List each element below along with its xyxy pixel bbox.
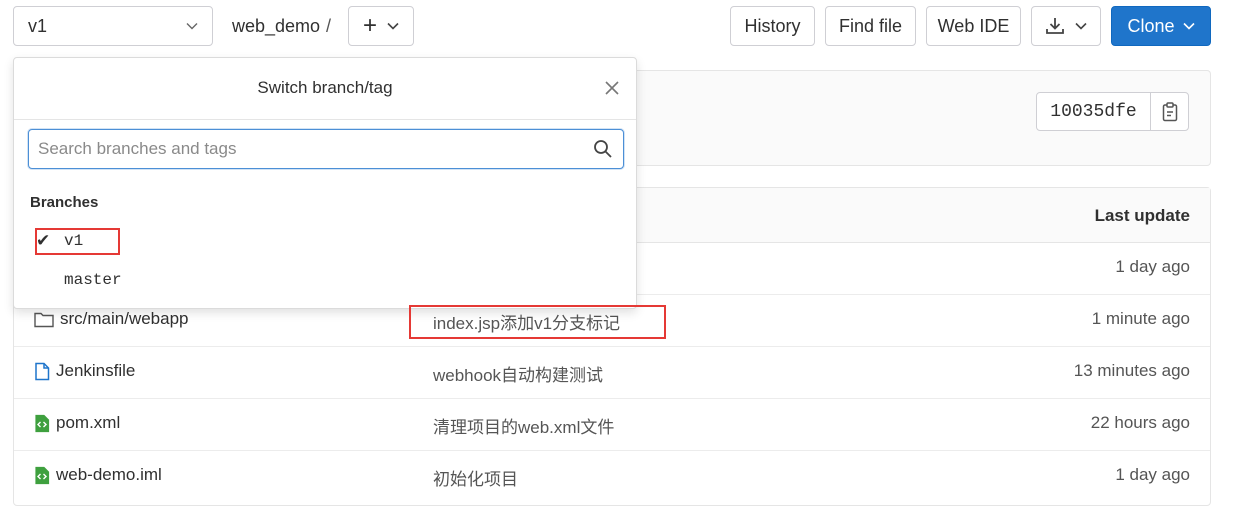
commit-message[interactable]: 清理项目的web.xml文件 [433,413,614,438]
branch-search[interactable] [28,129,624,169]
clone-button-label: Clone [1127,15,1175,36]
branch-select-label: v1 [28,15,48,36]
last-update-time: 1 minute ago [1091,309,1190,328]
file-name-cell[interactable]: Jenkinsfile [34,361,135,381]
chevron-down-icon [1075,22,1087,30]
add-button[interactable]: + [348,6,414,46]
chevron-down-icon [186,23,198,30]
last-update-time: 1 day ago [1115,257,1190,276]
file-name-cell[interactable]: src/main/webapp [34,309,189,329]
close-icon[interactable] [602,78,622,98]
copy-sha-button[interactable] [1151,93,1188,130]
download-icon [1046,18,1064,34]
commit-sha[interactable]: 10035dfe [1037,93,1151,130]
chevron-down-icon [387,22,399,30]
branch-search-input[interactable] [29,130,569,168]
file-name-cell[interactable]: web-demo.iml [34,465,162,485]
branches-section-label: Branches [30,194,99,211]
download-button[interactable] [1031,6,1101,46]
file-name[interactable]: pom.xml [56,413,120,433]
search-icon [594,140,612,158]
table-row[interactable]: web-demo.iml 初始化项目 1 day ago [14,451,1210,503]
highlight-box-branch [35,228,120,255]
file-name[interactable]: src/main/webapp [60,309,189,329]
commit-message[interactable]: webhook自动构建测试 [433,361,603,386]
folder-icon [34,312,54,327]
find-file-button[interactable]: Find file [825,6,916,46]
last-update-time: 1 day ago [1115,465,1190,484]
branch-dropdown: Switch branch/tag Branches ✔ v1 master [13,57,637,309]
clone-button[interactable]: Clone [1111,6,1211,46]
plus-icon: + [362,12,377,39]
breadcrumb-project[interactable]: web_demo [232,16,320,37]
history-button[interactable]: History [730,6,815,46]
header-last-update: Last update [1094,206,1190,225]
dropdown-header: Switch branch/tag [14,58,636,120]
branch-select[interactable]: v1 [13,6,213,46]
web-ide-button[interactable]: Web IDE [926,6,1021,46]
table-row[interactable]: Jenkinsfile webhook自动构建测试 13 minutes ago [14,347,1210,399]
commit-sha-box: 10035dfe [1036,92,1189,131]
branch-item-master[interactable]: master [36,267,122,293]
branch-name: master [64,271,122,289]
file-icon [35,362,50,380]
last-update-time: 22 hours ago [1090,413,1190,432]
file-name-cell[interactable]: pom.xml [34,413,120,433]
file-name[interactable]: Jenkinsfile [56,361,135,381]
breadcrumb-separator: / [326,16,332,36]
file-code-icon [35,466,50,484]
last-update-time: 13 minutes ago [1073,361,1190,380]
file-code-icon [35,414,50,432]
chevron-down-icon [1182,22,1195,30]
file-name[interactable]: web-demo.iml [56,465,162,485]
table-row[interactable]: pom.xml 清理项目的web.xml文件 22 hours ago [14,399,1210,451]
clipboard-icon [1162,101,1177,121]
commit-message[interactable]: 初始化项目 [433,465,518,490]
highlight-box-commit-message [409,305,666,339]
dropdown-title: Switch branch/tag [257,78,393,97]
